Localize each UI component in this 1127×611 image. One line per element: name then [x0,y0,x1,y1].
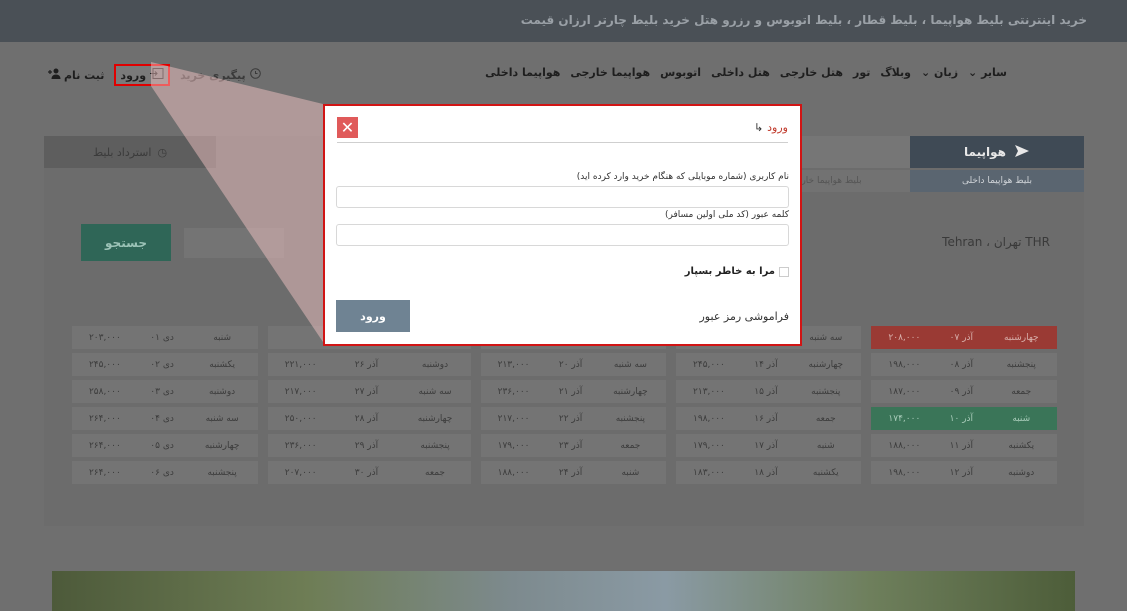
login-modal: ورود ↳ ✕ نام کاربری (شماره موبایلی که هن… [323,104,802,346]
forgot-password-link[interactable]: فراموشی رمز عبور [700,310,790,323]
password-label: کلمه عبور (کد ملی اولین مسافر) [664,210,789,220]
login-submit-button[interactable]: ورود [336,300,410,332]
modal-title-label: ورود [767,121,788,134]
remember-label: مرا به خاطر بسپار [684,266,775,277]
username-input[interactable] [336,186,789,208]
username-label: نام کاربری (شماره موبایلی که هنگام خرید … [576,172,789,182]
modal-title: ورود ↳ [754,121,788,134]
password-input[interactable] [336,224,789,246]
remember-checkbox[interactable] [779,266,789,277]
remember-me[interactable]: مرا به خاطر بسپار [685,266,789,277]
close-button[interactable]: ✕ [337,117,358,138]
modal-header: ورود ↳ ✕ [337,116,788,143]
login-arrow-icon: ↳ [753,121,764,134]
